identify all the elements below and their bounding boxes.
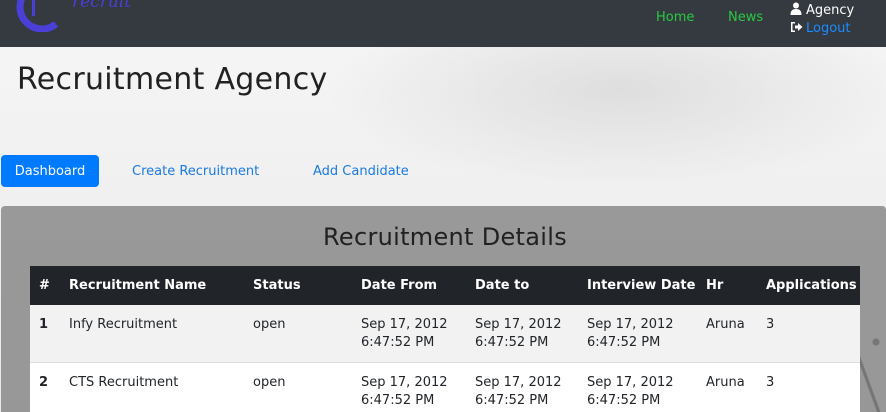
recruitment-table: # Recruitment Name Status Date From Date… [30, 266, 860, 412]
column-header: Date From [352, 266, 466, 305]
date-text: Sep 17, 2012 [361, 317, 448, 332]
row-index: 2 [30, 362, 60, 412]
column-header: # [30, 266, 60, 305]
recruitment-name: CTS Recruitment [60, 362, 244, 412]
time-text: 6:47:52 PM [475, 392, 549, 408]
brand-text[interactable]: recruit [72, 0, 131, 12]
logout-link[interactable]: Logout [790, 19, 854, 38]
table-row[interactable]: 1 Infy Recruitment open Sep 17, 2012 6:47… [30, 305, 860, 363]
date-text: Sep 17, 2012 [587, 317, 674, 332]
sign-out-icon [790, 21, 803, 37]
logout-label[interactable]: Logout [806, 21, 851, 36]
table-header-row: # Recruitment Name Status Date From Date… [30, 266, 860, 305]
recruitment-name: Infy Recruitment [60, 305, 244, 363]
column-header: Interview Date [578, 266, 697, 305]
row-index: 1 [30, 305, 60, 363]
top-navbar: recruit Home News Agency Logout [0, 0, 886, 47]
date-text: Sep 17, 2012 [475, 374, 562, 390]
nav-link-news[interactable]: News [728, 10, 763, 25]
table-row[interactable]: 2 CTS Recruitment open Sep 17, 2012 6:47:… [30, 362, 860, 412]
column-header: Hr [697, 266, 757, 305]
column-header: Date to [466, 266, 578, 305]
status-cell: open [244, 305, 352, 363]
time-text: 6:47:52 PM [361, 335, 435, 350]
time-text: 6:47:52 PM [475, 335, 549, 350]
column-header: Applications [757, 266, 860, 305]
hr-cell: Aruna [697, 362, 757, 412]
tab-add-candidate[interactable]: Add Candidate [313, 164, 409, 179]
user-icon [790, 2, 802, 19]
date-from-cell: Sep 17, 2012 6:47:52 PM [352, 362, 466, 412]
tab-dashboard[interactable]: Dashboard [1, 155, 99, 187]
page-title: Recruitment Agency [17, 62, 328, 97]
date-text: Sep 17, 2012 [475, 317, 562, 332]
time-text: 6:47:52 PM [587, 335, 661, 350]
panel-title: Recruitment Details [322, 223, 567, 251]
date-text: Sep 17, 2012 [361, 374, 448, 390]
column-header: Status [244, 266, 352, 305]
applications-cell: 3 [757, 305, 860, 363]
time-text: 6:47:52 PM [587, 392, 661, 408]
date-text: Sep 17, 2012 [587, 374, 674, 390]
column-header: Recruitment Name [60, 266, 244, 305]
interview-date-cell: Sep 17, 2012 6:47:52 PM [578, 362, 697, 412]
date-to-cell: Sep 17, 2012 6:47:52 PM [466, 305, 578, 363]
status-cell: open [244, 362, 352, 412]
user-name: Agency [806, 3, 855, 18]
nav-link-home[interactable]: Home [656, 10, 694, 25]
hr-cell: Aruna [697, 305, 757, 363]
user-info: Agency [790, 2, 854, 19]
date-from-cell: Sep 17, 2012 6:47:52 PM [352, 305, 466, 363]
time-text: 6:47:52 PM [361, 392, 435, 408]
date-to-cell: Sep 17, 2012 6:47:52 PM [466, 362, 578, 412]
tab-create-recruitment[interactable]: Create Recruitment [132, 164, 259, 179]
logo-icon[interactable] [12, 0, 72, 33]
user-menu: Agency Logout [790, 2, 854, 38]
applications-cell: 3 [757, 362, 860, 412]
interview-date-cell: Sep 17, 2012 6:47:52 PM [578, 305, 697, 363]
